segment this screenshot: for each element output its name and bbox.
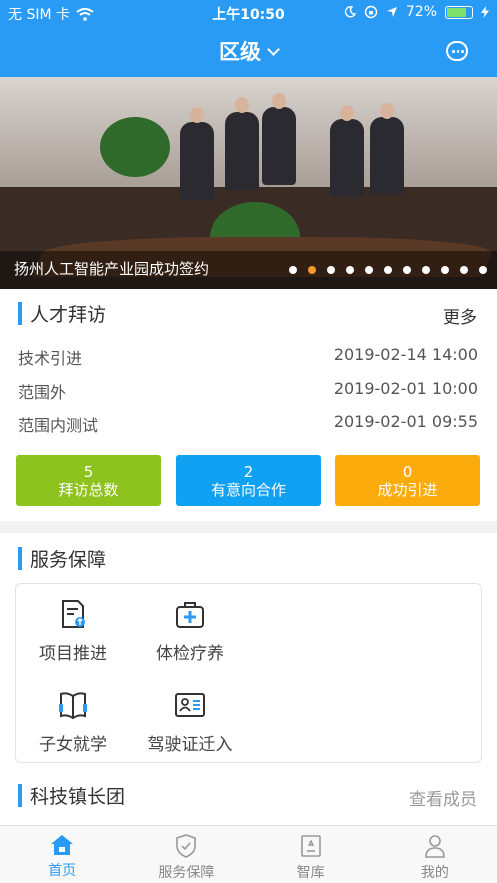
medical-kit-icon <box>176 602 204 628</box>
service-label: 子女就学 <box>39 735 107 755</box>
carousel-dot[interactable] <box>289 266 297 274</box>
banner-person-head <box>190 107 204 123</box>
carousel-dot[interactable] <box>403 266 411 274</box>
visit-name: 范围外 <box>18 383 67 402</box>
nav-title: 区级 <box>219 40 261 64</box>
battery-icon <box>445 5 473 19</box>
id-card-icon <box>175 693 205 717</box>
region-selector[interactable]: 区级 <box>0 36 497 66</box>
section-accent-bar <box>18 546 22 570</box>
service-license-transfer[interactable]: 驾驶证迁入 <box>130 690 250 755</box>
carousel-dot[interactable] <box>422 266 430 274</box>
service-header: 服务保障 <box>18 545 106 571</box>
carousel-dot[interactable] <box>460 266 468 274</box>
banner-person-head <box>340 105 354 121</box>
section-title: 科技镇长团 <box>30 785 126 808</box>
moon-icon <box>344 6 356 18</box>
project-icon <box>62 600 85 628</box>
tab-label: 服务保障 <box>158 865 215 881</box>
more-link[interactable]: 更多 <box>443 303 477 328</box>
tab-home[interactable]: 首页 <box>0 826 124 883</box>
visit-name: 范围内测试 <box>18 416 99 435</box>
library-icon <box>300 835 321 857</box>
talent-visit-header: 人才拜访 <box>18 300 106 326</box>
banner-person <box>225 112 259 190</box>
service-label: 驾驶证迁入 <box>147 735 233 755</box>
banner-person-head <box>272 93 286 109</box>
banner-person <box>330 119 364 197</box>
tab-think-tank[interactable]: 智库 <box>249 826 373 883</box>
battery-percent: 72% <box>405 4 437 20</box>
carousel-dot[interactable] <box>384 266 392 274</box>
service-health-checkup[interactable]: 体检疗养 <box>130 599 250 664</box>
bottom-tab-bar: 首页 服务保障 智库 我的 <box>0 825 497 883</box>
stat-label: 成功引进 <box>377 481 438 499</box>
total-visits-card[interactable]: 5 拜访总数 <box>16 455 161 506</box>
banner-person <box>262 107 296 185</box>
carousel-dot-active[interactable] <box>308 266 316 274</box>
top-bar: 无 SIM 卡 上午10:50 72% 区级 <box>0 0 497 77</box>
banner-person-head <box>380 103 394 119</box>
carousel-dot[interactable] <box>441 266 449 274</box>
stat-label: 拜访总数 <box>58 481 119 499</box>
visit-time: 2019-02-01 09:55 <box>333 412 478 431</box>
user-icon <box>425 835 445 858</box>
carousel-dot[interactable] <box>365 266 373 274</box>
section-accent-bar <box>18 301 22 325</box>
charging-icon <box>481 6 489 18</box>
carousel-dots[interactable] <box>289 266 487 274</box>
status-bar: 无 SIM 卡 上午10:50 72% <box>0 0 497 26</box>
rotation-lock-icon <box>364 5 378 19</box>
stat-value: 2 <box>243 463 254 481</box>
carousel-dot[interactable] <box>327 266 335 274</box>
view-members-link[interactable]: 查看成员 <box>409 785 477 810</box>
home-icon <box>51 835 74 855</box>
chevron-down-icon <box>267 43 280 56</box>
service-project-progress[interactable]: 项目推进 <box>13 599 133 664</box>
carousel-dot[interactable] <box>346 266 354 274</box>
banner-person <box>370 117 404 195</box>
location-icon <box>386 7 397 17</box>
service-child-education[interactable]: 子女就学 <box>13 690 133 755</box>
shield-icon <box>176 834 197 858</box>
visit-time: 2019-02-14 14:00 <box>333 345 478 364</box>
tab-label: 首页 <box>48 863 77 879</box>
successful-intro-card[interactable]: 0 成功引进 <box>335 455 480 506</box>
visit-list-item[interactable]: 范围内测试 2019-02-01 09:55 <box>18 412 478 436</box>
visit-list-item[interactable]: 范围外 2019-02-01 10:00 <box>18 379 478 403</box>
tech-team-header: 科技镇长团 <box>18 782 125 808</box>
message-icon[interactable] <box>446 41 468 61</box>
intended-cooperation-card[interactable]: 2 有意向合作 <box>176 455 321 506</box>
banner-plant <box>100 117 170 177</box>
tab-label: 智库 <box>296 865 325 881</box>
section-title: 服务保障 <box>30 548 107 571</box>
carousel-dot[interactable] <box>479 266 487 274</box>
section-title: 人才拜访 <box>30 303 107 326</box>
stat-label: 有意向合作 <box>210 481 286 499</box>
service-label: 体检疗养 <box>156 644 224 664</box>
visit-time: 2019-02-01 10:00 <box>333 379 478 398</box>
stat-value: 0 <box>402 463 413 481</box>
book-icon <box>59 692 87 720</box>
service-label: 项目推进 <box>39 644 107 664</box>
stat-value: 5 <box>83 463 94 481</box>
section-accent-bar <box>18 783 22 807</box>
tab-label: 我的 <box>420 865 449 881</box>
visit-name: 技术引进 <box>18 349 83 368</box>
banner-person <box>180 122 214 200</box>
banner-person-head <box>235 97 249 113</box>
banner-carousel[interactable]: 扬州人工智能产业园成功签约 <box>0 77 497 289</box>
visit-list-item[interactable]: 技术引进 2019-02-14 14:00 <box>18 345 478 369</box>
banner-caption: 扬州人工智能产业园成功签约 <box>14 260 210 278</box>
tab-mine[interactable]: 我的 <box>373 826 497 883</box>
tab-service[interactable]: 服务保障 <box>124 826 248 883</box>
